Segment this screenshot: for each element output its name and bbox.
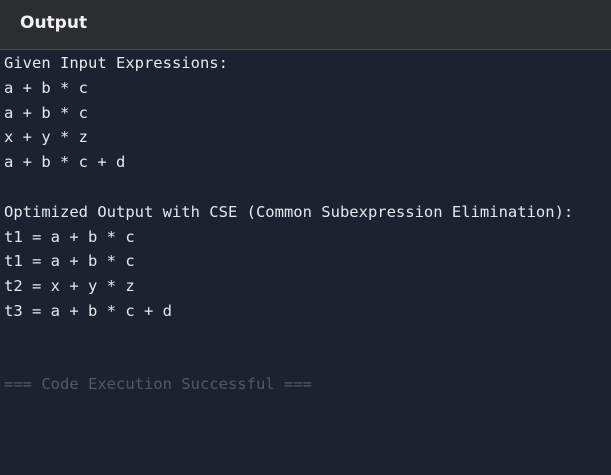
execution-status: === Code Execution Successful === bbox=[4, 375, 312, 393]
output-panel: Output Given Input Expressions: a + b * … bbox=[0, 0, 611, 475]
optimized-heading: Optimized Output with CSE (Common Subexp… bbox=[4, 202, 574, 221]
output-header: Output bbox=[0, 0, 611, 50]
input-expression-line: a + b * c + d bbox=[4, 153, 126, 172]
optimized-expression-line: t3 = a + b * c + d bbox=[4, 301, 172, 320]
input-expression-line: a + b * c bbox=[4, 103, 88, 122]
input-expression-line: x + y * z bbox=[4, 128, 88, 147]
console-output: Given Input Expressions: a + b * c a + b… bbox=[4, 51, 604, 324]
optimized-expression-line: t1 = a + b * c bbox=[4, 252, 135, 271]
optimized-expression-line: t2 = x + y * z bbox=[4, 277, 135, 296]
output-title: Output bbox=[20, 13, 88, 33]
input-heading: Given Input Expressions: bbox=[4, 54, 228, 72]
input-expression-line: a + b * c bbox=[4, 78, 88, 97]
optimized-expression-line: t1 = a + b * c bbox=[4, 227, 135, 246]
